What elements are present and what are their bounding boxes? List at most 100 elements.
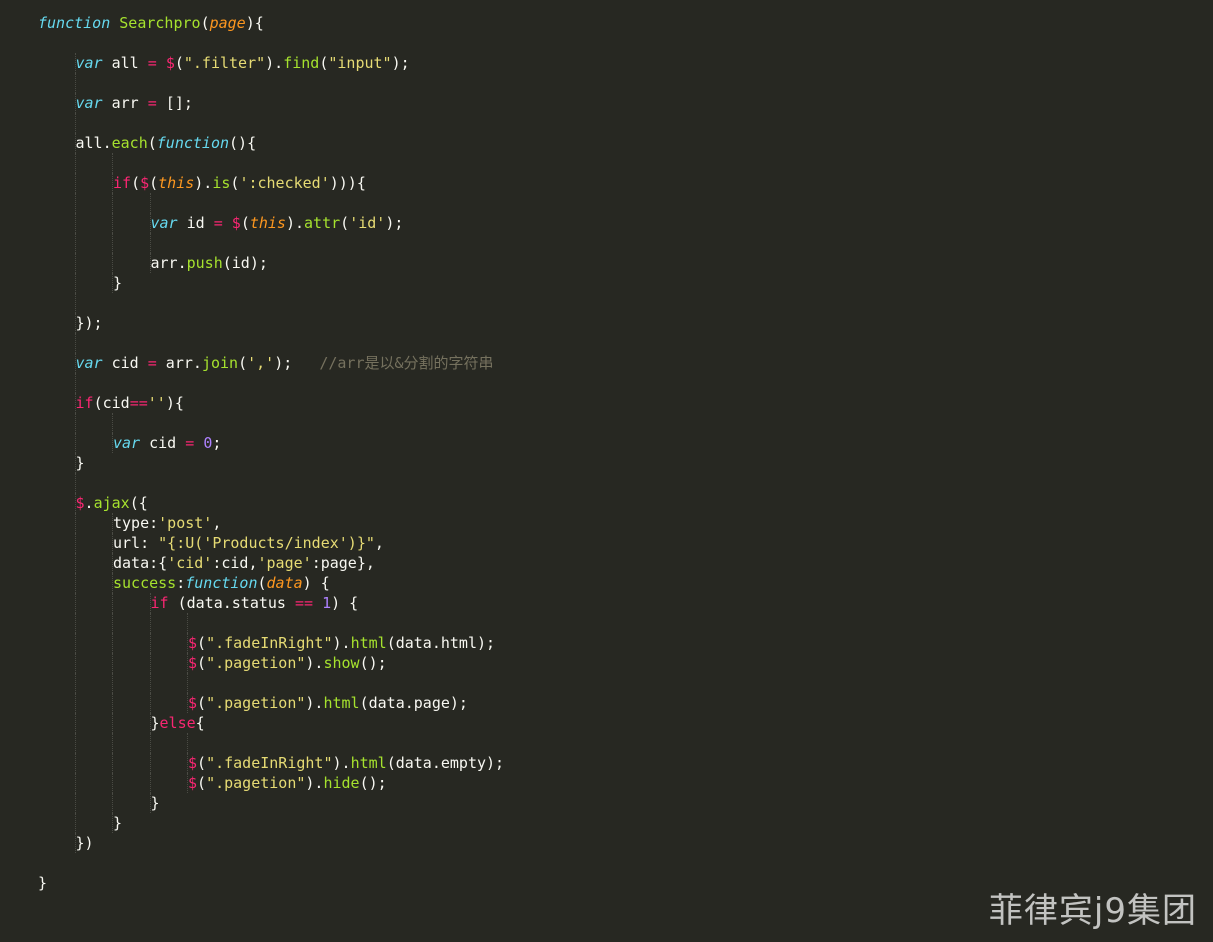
text-token: (	[238, 354, 248, 372]
text-token: (id);	[222, 254, 268, 272]
code-line-content: all.each(function(){	[76, 133, 257, 153]
code-line-content: $(".pagetion").hide();	[188, 773, 387, 793]
indent-guide	[74, 613, 76, 633]
text-token: ,	[212, 514, 222, 532]
text-token: }	[113, 814, 123, 832]
indent-guide	[74, 513, 76, 533]
operator-token: $	[188, 654, 198, 672]
code-line-content: var all = $(".filter").find("input");	[76, 53, 410, 73]
comment-token: //arr是以&分割的字符串	[319, 354, 494, 372]
text-token: (	[197, 754, 207, 772]
text-token: ();	[359, 774, 387, 792]
text-token: }	[113, 274, 123, 292]
text-token: (	[149, 174, 159, 192]
indent-guide	[74, 793, 76, 813]
code-line-content: if(cid==''){	[76, 393, 184, 413]
string-token: 'post'	[158, 514, 213, 532]
keyword-token: function	[156, 134, 230, 152]
indent-guide	[74, 753, 76, 773]
text-token: arr	[102, 94, 148, 112]
function-token: show	[323, 654, 360, 672]
code-line-content: }	[38, 873, 47, 893]
text-token: all	[102, 54, 148, 72]
text-token: type:	[113, 514, 159, 532]
indent-guide	[74, 533, 76, 553]
function-token: hide	[323, 774, 360, 792]
text-token: arr.	[156, 354, 202, 372]
code-line-content: }	[113, 813, 122, 833]
text-token: }	[38, 874, 48, 892]
function-token: is	[212, 174, 231, 192]
operator-token: $	[231, 214, 241, 232]
indent-guide	[149, 673, 151, 693]
string-token: ':checked'	[239, 174, 330, 192]
text-token: (data.empty);	[386, 754, 505, 772]
indent-guide	[112, 613, 113, 633]
indent-guide	[112, 253, 113, 273]
text-token: arr.	[150, 254, 187, 272]
indent-guide	[112, 793, 113, 813]
text-token: }	[150, 794, 160, 812]
indent-guide	[74, 333, 76, 353]
indent-guide	[149, 613, 151, 633]
string-token: ".fadeInRight"	[206, 634, 333, 652]
text-token: (data.status	[168, 594, 295, 612]
function-token: html	[323, 694, 360, 712]
text-token: ).	[332, 754, 351, 772]
text-token: });	[75, 314, 103, 332]
operator-token: =	[213, 214, 223, 232]
code-line-content: var id = $(this).attr('id');	[151, 213, 404, 233]
text-token: ;	[212, 434, 222, 452]
number-token: 0	[203, 434, 213, 452]
text-token: (	[340, 214, 350, 232]
indent-guide	[74, 653, 76, 673]
string-token: ','	[247, 354, 275, 372]
keyword-token: function	[185, 574, 258, 592]
operator-token: $	[188, 754, 198, 772]
indent-guide	[149, 773, 151, 793]
operator-token: $	[165, 54, 175, 72]
text-token: (	[131, 174, 141, 192]
indent-guide	[112, 633, 113, 653]
param-token: data	[266, 574, 303, 592]
text-token: url:	[113, 534, 159, 552]
text-token: ).	[305, 774, 324, 792]
indent-guide	[74, 773, 76, 793]
watermark: 菲律宾j9集团	[988, 891, 1197, 931]
indent-guide	[112, 673, 113, 693]
text-token: cid	[140, 434, 186, 452]
operator-token: if	[113, 174, 132, 192]
code-line-content: });	[76, 313, 103, 333]
indent-guide	[74, 713, 76, 733]
keyword-token: var	[113, 434, 141, 452]
indent-guide	[112, 773, 113, 793]
string-token: "{:U('Products/index')}"	[158, 534, 375, 552]
indent-guide	[74, 413, 76, 433]
string-token: ''	[147, 394, 166, 412]
indent-guide	[187, 613, 188, 633]
code-editor[interactable]: function Searchpro(page){var all = $(".f…	[0, 0, 1213, 942]
indent-guide	[74, 253, 76, 273]
operator-token: $	[188, 774, 198, 792]
operator-token: $	[188, 694, 198, 712]
indent-guide	[74, 173, 76, 193]
operator-token: $	[188, 634, 198, 652]
keyword-token: var	[75, 94, 103, 112]
operator-token: if	[75, 394, 94, 412]
indent-guide	[74, 473, 76, 493]
string-token: ".pagetion"	[206, 774, 306, 792]
code-line-content: }	[76, 453, 85, 473]
code-line-content: if($(this).is(':checked'))){	[113, 173, 366, 193]
text-token: (	[174, 54, 184, 72]
text-token: all.	[75, 134, 112, 152]
operator-token: =	[147, 54, 157, 72]
text-token: :page},	[311, 554, 375, 572]
code-line-content: $(".fadeInRight").html(data.empty);	[188, 753, 504, 773]
string-token: ".pagetion"	[206, 694, 306, 712]
text-token: ).	[194, 174, 213, 192]
operator-token: ==	[129, 394, 148, 412]
text-token: {	[195, 714, 205, 732]
